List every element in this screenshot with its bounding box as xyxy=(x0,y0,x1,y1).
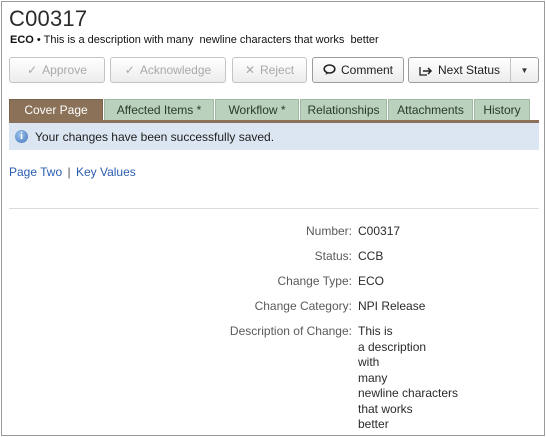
description-line: newline characters xyxy=(358,386,459,400)
checkmark-icon: ✓ xyxy=(124,63,135,77)
tab-attachments[interactable]: Attachments xyxy=(388,99,473,120)
field-value: CCB xyxy=(358,249,384,263)
tab-label: Attachments xyxy=(397,103,464,117)
page-title: C00317 xyxy=(9,6,88,31)
comment-button-label: Comment xyxy=(340,63,393,77)
info-icon: i xyxy=(15,130,28,143)
section-divider xyxy=(9,208,539,209)
field-value: NPI Release xyxy=(358,299,426,313)
page-two-link[interactable]: Page Two xyxy=(9,165,62,179)
forward-arrow-icon xyxy=(419,66,433,76)
next-status-dropdown[interactable]: ▼ xyxy=(510,57,539,83)
tab-label: Workflow * xyxy=(228,103,286,117)
change-type-prefix: ECO xyxy=(10,34,34,46)
checkmark-icon: ✓ xyxy=(27,63,38,77)
acknowledge-button[interactable]: ✓ Acknowledge xyxy=(110,57,226,83)
tab-label: Cover Page xyxy=(24,103,88,117)
description-line: with xyxy=(358,355,380,369)
x-icon: ✕ xyxy=(244,63,256,77)
description-line: that works xyxy=(358,401,413,416)
tab-cover-page[interactable]: Cover Page xyxy=(9,99,103,120)
field-label: Status: xyxy=(314,249,352,263)
tab-affected-items[interactable]: Affected Items * xyxy=(104,99,214,120)
tab-workflow[interactable]: Workflow * xyxy=(215,99,299,120)
tab-history[interactable]: History xyxy=(474,99,530,120)
key-values-link[interactable]: Key Values xyxy=(76,165,136,179)
description-line: a description xyxy=(358,339,427,354)
field-label: Description of Change: xyxy=(229,324,352,338)
field-label: Change Type: xyxy=(277,274,352,288)
tab-label: Affected Items * xyxy=(116,103,202,117)
success-banner: i Your changes have been successfully sa… xyxy=(9,120,539,150)
field-value: C00317 xyxy=(358,224,401,238)
page-links: Page Two | Key Values xyxy=(9,165,136,179)
page-subtitle: ECO • This is a description with many ne… xyxy=(10,34,379,46)
reject-button-label: Reject xyxy=(260,63,295,77)
change-cover-page: C00317 ECO • This is a description with … xyxy=(1,1,545,436)
chevron-down-icon: ▼ xyxy=(520,65,529,75)
description-line: better xyxy=(358,417,389,431)
success-message: Your changes have been successfully save… xyxy=(35,129,275,144)
field-label: Change Category: xyxy=(254,299,352,313)
next-status-button-label: Next Status xyxy=(437,63,501,77)
next-status-button[interactable]: Next Status xyxy=(408,57,511,83)
reject-button[interactable]: ✕ Reject xyxy=(232,57,307,83)
description-line: This is xyxy=(358,324,393,338)
subtitle-bullet: • xyxy=(36,34,41,46)
tab-relationships[interactable]: Relationships xyxy=(300,99,387,120)
acknowledge-button-label: Acknowledge xyxy=(139,63,212,77)
tab-label: History xyxy=(483,103,521,117)
link-separator: | xyxy=(67,165,71,179)
description-value: This is a description with many newline … xyxy=(358,324,458,433)
comment-button[interactable]: Comment xyxy=(312,57,404,83)
description-line: many xyxy=(358,370,388,385)
comment-icon xyxy=(323,64,336,75)
tab-bar: Cover Page Affected Items * Workflow * R… xyxy=(9,99,539,120)
tab-label: Relationships xyxy=(307,103,380,117)
approve-button-label: Approve xyxy=(42,63,87,77)
change-description: This is a description with many newline … xyxy=(43,34,379,46)
field-value: ECO xyxy=(358,274,385,288)
approve-button[interactable]: ✓ Approve xyxy=(9,57,105,83)
field-label: Number: xyxy=(305,224,352,238)
